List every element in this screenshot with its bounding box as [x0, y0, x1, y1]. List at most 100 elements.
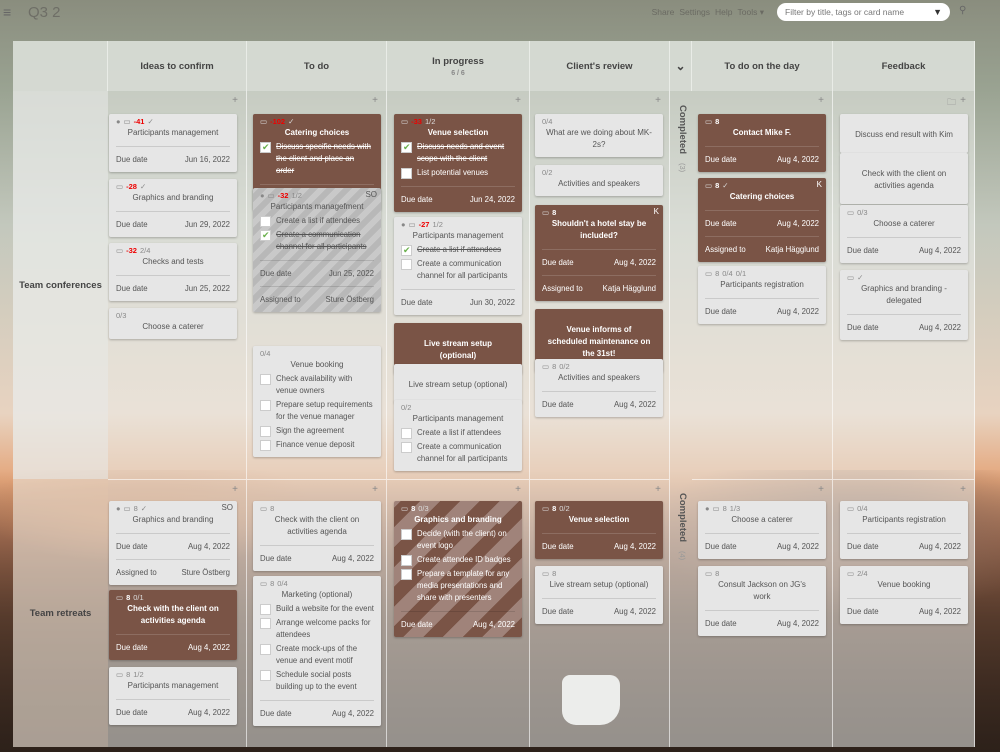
checkbox[interactable]	[401, 168, 412, 179]
checklist-item[interactable]: Discuss specific needs with the client a…	[260, 141, 374, 177]
card[interactable]: Check with the client on activities agen…	[840, 153, 968, 204]
card[interactable]: 0/2 Activities and speakers	[535, 165, 663, 196]
column-header-todo[interactable]: To do	[247, 41, 387, 91]
add-card-icon[interactable]: +	[232, 95, 238, 106]
column-header-feedback[interactable]: Feedback	[833, 41, 975, 91]
checklist-item[interactable]: Create a list if attendees	[401, 427, 515, 439]
card[interactable]: ▭-331/2 Venue selection Discuss needs and …	[394, 114, 522, 212]
card[interactable]: ▭ -32 2/4 Checks and tests Due date Jun 25, 2…	[109, 243, 237, 301]
card[interactable]: ▭ 8 K Shouldn't a hotel stay be included? Du…	[535, 205, 663, 301]
checkbox[interactable]	[260, 426, 271, 437]
checkbox[interactable]	[401, 569, 412, 580]
card[interactable]: ▭ ✓ Graphics and branding - delegated Due d…	[840, 270, 968, 340]
card[interactable]: ▭ 8 Consult Jackson on JG's work Due date Au…	[698, 566, 826, 636]
checkbox[interactable]	[260, 604, 271, 615]
checkbox[interactable]	[260, 618, 271, 629]
card[interactable]: ▭ 8 Check with the client on activities ag…	[253, 501, 381, 571]
share-link[interactable]: Share	[652, 7, 675, 18]
card[interactable]: 0/4 Venue booking Check availability with …	[253, 346, 381, 457]
card[interactable]: ▭ 8 1/2 Participants management Due date Aug …	[109, 667, 237, 725]
add-card-icon[interactable]: +	[515, 95, 521, 106]
checkbox[interactable]	[401, 244, 412, 256]
add-card-icon[interactable]: +	[232, 484, 238, 495]
checklist-item[interactable]: Sign the agreement	[260, 425, 374, 437]
checklist-item[interactable]: Prepare a template for any media present…	[401, 568, 515, 604]
completed-collapsed-conferences[interactable]: Completed (3)	[673, 99, 692, 172]
checkbox[interactable]	[260, 216, 271, 227]
checklist-item[interactable]: Create a list if attendees	[260, 215, 374, 227]
card[interactable]: Live stream setup (optional)	[394, 364, 522, 403]
completed-collapsed-retreats[interactable]: Completed (4)	[673, 487, 692, 560]
add-card-icon[interactable]: +	[960, 95, 966, 106]
swimlane-team-conferences[interactable]: Team conferences	[13, 91, 108, 479]
checklist-item[interactable]: Create a list if attendees	[401, 244, 515, 256]
add-card-icon[interactable]: +	[655, 484, 661, 495]
card[interactable]: ▭ 8 0/2 Activities and speakers Due date Aug …	[535, 359, 663, 417]
card[interactable]: ▭ 8 0/4 0/1 Participants registration Due dat…	[698, 266, 826, 324]
checkbox[interactable]	[401, 529, 412, 540]
add-card-icon[interactable]: +	[372, 484, 378, 495]
card[interactable]: ▭ 8 0/2 Venue selection Due date Aug 4, 2022	[535, 501, 663, 559]
settings-link[interactable]: Settings	[679, 7, 710, 18]
card[interactable]: ▭ 8 Contact Mike F. Due date Aug 4, 2022	[698, 114, 826, 172]
checkbox[interactable]	[401, 442, 412, 453]
card[interactable]: ▭ 8 0/4 Marketing (optional) Build a website…	[253, 576, 381, 726]
checklist-item[interactable]: Schedule social posts building up to the…	[260, 669, 374, 693]
card[interactable]: Discuss end result with Kim	[840, 114, 968, 153]
card[interactable]: ▭ 0/3 Choose a caterer Due date Aug 4, 2022	[840, 205, 968, 263]
card[interactable]: ▭ 8 Live stream setup (optional) Due date Au…	[535, 566, 663, 624]
add-card-icon[interactable]: +	[655, 95, 661, 106]
card[interactable]: ▭ 0/4 Participants registration Due date Aug…	[840, 501, 968, 559]
checklist-item[interactable]: Arrange welcome packs for attendees	[260, 617, 374, 641]
card[interactable]: 0/4 What are we doing about MK-2s?	[535, 114, 663, 157]
add-card-icon[interactable]: +	[818, 484, 824, 495]
add-card-icon[interactable]: +	[372, 95, 378, 106]
folder-icon[interactable]: 🗀	[947, 95, 956, 111]
checklist-item[interactable]: List potential venues	[401, 167, 515, 179]
card[interactable]: ▭ 8 ✓ K Catering choices Due date Aug 4, 2022 A…	[698, 178, 826, 262]
help-link[interactable]: Help	[715, 7, 732, 18]
add-card-icon[interactable]: +	[960, 484, 966, 495]
collapse-button[interactable]: ⌄	[670, 41, 692, 91]
checkbox[interactable]	[401, 428, 412, 439]
card[interactable]: ●▭-271/2 Participants management Create a …	[394, 217, 522, 315]
checklist-item[interactable]: Check availability with venue owners	[260, 373, 374, 397]
tools-menu[interactable]: Tools ▾	[738, 7, 764, 18]
add-card-icon[interactable]: +	[818, 95, 824, 106]
checklist-item[interactable]: Create attendee ID badges	[401, 554, 515, 566]
checkbox[interactable]	[260, 229, 271, 241]
card[interactable]: ● ▭ 8 ✓ SO Graphics and branding Due date Aug 4…	[109, 501, 237, 585]
checklist-item[interactable]: Create a communication channel for all p…	[401, 441, 515, 465]
checklist-item[interactable]: Create mock-ups of the venue and event m…	[260, 643, 374, 667]
checklist-item[interactable]: Finance venue deposit	[260, 439, 374, 451]
checklist-item[interactable]: Create a communication channel for all p…	[401, 258, 515, 282]
filter-funnel-icon[interactable]: ▼	[933, 7, 942, 17]
checkbox[interactable]	[401, 555, 412, 566]
card[interactable]: ● ▭ -32 1/2 SO Participants managefment Create…	[253, 188, 381, 312]
column-header-ideas[interactable]: Ideas to confirm	[108, 41, 247, 91]
search-icon[interactable]: ⚲	[959, 5, 966, 16]
checkbox[interactable]	[260, 644, 271, 655]
hamburger-icon[interactable]: ≡	[3, 4, 11, 20]
checklist-item[interactable]: Prepare setup requirements for the venue…	[260, 399, 374, 423]
checkbox[interactable]	[260, 374, 271, 385]
checklist-item[interactable]: Decide (with the client) on event logo	[401, 528, 515, 552]
checkbox[interactable]	[401, 259, 412, 270]
column-header-onday[interactable]: To do on the day	[692, 41, 833, 91]
board-title[interactable]: Q3 2	[28, 4, 61, 21]
card[interactable]: ▭ 8 0/3 Graphics and branding Decide (with t…	[394, 501, 522, 637]
checklist-item[interactable]: Create a communication channel for all p…	[260, 229, 374, 253]
card[interactable]: ▭ 8 0/1 Check with the client on activities…	[109, 590, 237, 660]
add-card-icon[interactable]: +	[515, 484, 521, 495]
card[interactable]: ● ▭ 8 1/3 Choose a caterer Due date Aug 4, 202…	[698, 501, 826, 559]
card[interactable]: ▭ -28 ✓ Graphics and branding Due date Jun 29…	[109, 179, 237, 237]
checkbox[interactable]	[260, 141, 271, 153]
column-header-inprogress[interactable]: In progress 6 / 6	[387, 41, 530, 91]
filter-input[interactable]	[785, 7, 925, 17]
checkbox[interactable]	[260, 440, 271, 451]
column-header-review[interactable]: Client's review	[530, 41, 670, 91]
swimlane-team-retreats[interactable]: Team retreats	[13, 479, 108, 747]
card[interactable]: ● ▭ -41 ✓ Participants management Due date Jun…	[109, 114, 237, 172]
checklist-item[interactable]: Discuss needs and event scope with the c…	[401, 141, 515, 165]
checklist-item[interactable]: Build a website for the event	[260, 603, 374, 615]
